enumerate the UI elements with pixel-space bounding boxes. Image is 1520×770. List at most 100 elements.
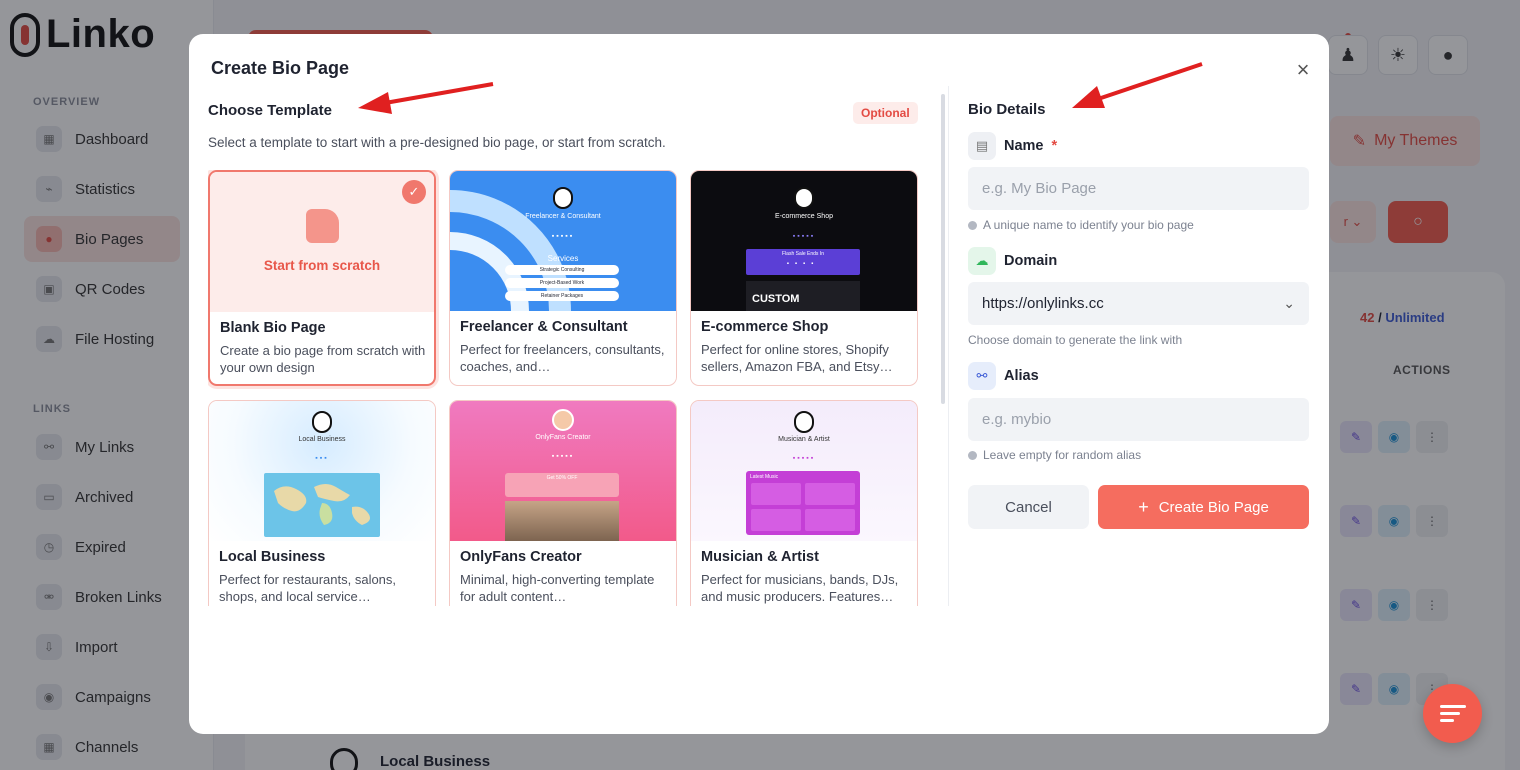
flash-sale-label: Flash Sale Ends In: [782, 251, 824, 257]
column-divider: [948, 86, 949, 606]
template-grid: Start from scratch ✓ Blank Bio Page Crea…: [208, 170, 918, 606]
alias-hint: Leave empty for random alias: [968, 448, 1141, 462]
template-desc: Perfect for online stores, Shopify selle…: [701, 342, 893, 374]
cloud-icon: ☁: [968, 247, 996, 275]
template-logo: [312, 411, 332, 433]
social-icons: ▪▪▪▪▪: [551, 233, 575, 240]
template-card-musician[interactable]: Musician & Artist ▪▪▪▪▪ Latest Music Mus…: [690, 400, 918, 606]
promo-image: CUSTOM: [746, 281, 860, 311]
alias-input[interactable]: [968, 398, 1309, 441]
template-thumbnail: Musician & Artist ▪▪▪▪▪ Latest Music: [691, 401, 917, 541]
template-logo: [794, 187, 814, 209]
template-scrollbar[interactable]: [941, 94, 945, 404]
thumb-section: Latest Music: [750, 474, 779, 480]
promo-card: Get 50% OFF: [505, 473, 619, 497]
document-icon: [306, 209, 339, 243]
template-thumbnail: Start from scratch: [210, 172, 434, 312]
start-from-scratch-label: Start from scratch: [263, 258, 381, 273]
thumb-button: Retainer Packages: [505, 291, 619, 301]
menu-line: [1440, 712, 1460, 715]
template-name: OnlyFans Creator: [460, 549, 582, 565]
music-links-panel: Latest Music: [746, 471, 860, 535]
world-map-icon: [274, 484, 370, 525]
template-name: E-commerce Shop: [701, 319, 829, 335]
alias-label-text: Alias: [1004, 368, 1039, 384]
template-desc: Perfect for musicians, bands, DJs, and m…: [701, 572, 899, 604]
choose-template-title: Choose Template: [208, 102, 332, 119]
menu-line: [1440, 705, 1466, 708]
map-preview: [264, 473, 380, 537]
template-name: Local Business: [219, 549, 326, 565]
template-card-ecommerce[interactable]: E-commerce Shop ▪▪▪▪▪ Flash Sale Ends In…: [690, 170, 918, 386]
template-desc: Perfect for freelancers, consultants, co…: [460, 342, 665, 374]
thumb-button: Project-Based Work: [505, 278, 619, 288]
menu-line: [1440, 719, 1454, 722]
close-icon[interactable]: ×: [1291, 58, 1315, 82]
thumb-section: Services: [547, 254, 579, 263]
info-icon: [968, 220, 977, 230]
name-hint: A unique name to identify your bio page: [968, 218, 1194, 232]
promo-text: CUSTOM: [752, 293, 800, 305]
name-hint-text: A unique name to identify your bio page: [983, 218, 1194, 232]
info-icon: [968, 450, 977, 460]
template-name: Freelancer & Consultant: [460, 319, 628, 335]
social-icons: ▪▪▪: [315, 455, 329, 462]
thumb-title: Local Business: [298, 436, 346, 443]
social-icons: ▪▪▪▪▪: [792, 233, 816, 240]
optional-badge: Optional: [853, 102, 918, 124]
avatar: [552, 409, 574, 431]
domain-label: ☁ Domain: [968, 247, 1057, 275]
template-name: Musician & Artist: [701, 549, 819, 565]
domain-select[interactable]: https://onlylinks.cc ⌄: [968, 282, 1309, 325]
flash-sale-banner: Flash Sale Ends In ▪▪▪▪: [746, 249, 860, 275]
create-bio-page-modal: Create Bio Page × Choose Template Option…: [189, 34, 1329, 734]
create-bio-page-button[interactable]: + Create Bio Page: [1098, 485, 1309, 529]
template-card-blank[interactable]: Start from scratch ✓ Blank Bio Page Crea…: [208, 170, 436, 386]
creator-photo: [505, 501, 619, 541]
thumb-title: Musician & Artist: [778, 436, 830, 443]
music-link: [805, 483, 855, 505]
name-label: ▤ Name *: [968, 132, 1057, 160]
template-logo: [794, 411, 814, 433]
template-logo: [553, 187, 573, 209]
social-icons: ▪▪▪▪▪: [551, 453, 575, 460]
link-icon: ⚯: [968, 362, 996, 390]
bio-details-title: Bio Details: [968, 101, 1046, 118]
id-card-icon: ▤: [968, 132, 996, 160]
alias-hint-text: Leave empty for random alias: [983, 448, 1142, 462]
template-desc: Perfect for restaurants, salons, shops, …: [219, 572, 397, 604]
template-thumbnail: Local Business ▪▪▪: [209, 401, 435, 541]
create-button-label: Create Bio Page: [1158, 498, 1269, 516]
modal-title: Create Bio Page: [211, 58, 350, 78]
template-desc: Create a bio page from scratch with your…: [220, 343, 426, 375]
template-card-freelancer[interactable]: Freelancer & Consultant ▪▪▪▪▪ Services S…: [449, 170, 677, 386]
social-icons: ▪▪▪▪▪: [792, 455, 816, 462]
required-mark: *: [1051, 138, 1058, 154]
domain-hint-text: Choose domain to generate the link with: [968, 333, 1183, 347]
template-thumbnail: E-commerce Shop ▪▪▪▪▪ Flash Sale Ends In…: [691, 171, 917, 311]
cancel-button[interactable]: Cancel: [968, 485, 1089, 529]
music-link: [751, 509, 801, 531]
domain-hint: Choose domain to generate the link with: [968, 333, 1182, 347]
countdown-timer: ▪▪▪▪: [786, 261, 820, 267]
alias-label: ⚯ Alias: [968, 362, 1039, 390]
thumb-title: OnlyFans Creator: [535, 434, 591, 441]
thumb-title: E-commerce Shop: [775, 213, 833, 220]
name-label-text: Name: [1004, 138, 1044, 154]
domain-value: https://onlylinks.cc: [982, 295, 1104, 312]
template-thumbnail: OnlyFans Creator ▪▪▪▪▪ Get 50% OFF: [450, 401, 676, 541]
check-icon: ✓: [402, 180, 426, 204]
name-input[interactable]: [968, 167, 1309, 210]
template-card-local-business[interactable]: Local Business ▪▪▪ Local Business Perfec…: [208, 400, 436, 606]
plus-icon: +: [1138, 496, 1149, 517]
music-link: [751, 483, 801, 505]
template-desc: Minimal, high-converting template for ad…: [460, 572, 655, 604]
menu-fab-button[interactable]: [1423, 684, 1482, 743]
domain-label-text: Domain: [1004, 253, 1058, 269]
template-name: Blank Bio Page: [220, 320, 326, 336]
template-thumbnail: Freelancer & Consultant ▪▪▪▪▪ Services S…: [450, 171, 676, 311]
chevron-down-icon: ⌄: [1283, 295, 1295, 311]
music-link: [805, 509, 855, 531]
thumb-button: Strategic Consulting: [505, 265, 619, 275]
template-card-onlyfans-creator[interactable]: OnlyFans Creator ▪▪▪▪▪ Get 50% OFF OnlyF…: [449, 400, 677, 606]
